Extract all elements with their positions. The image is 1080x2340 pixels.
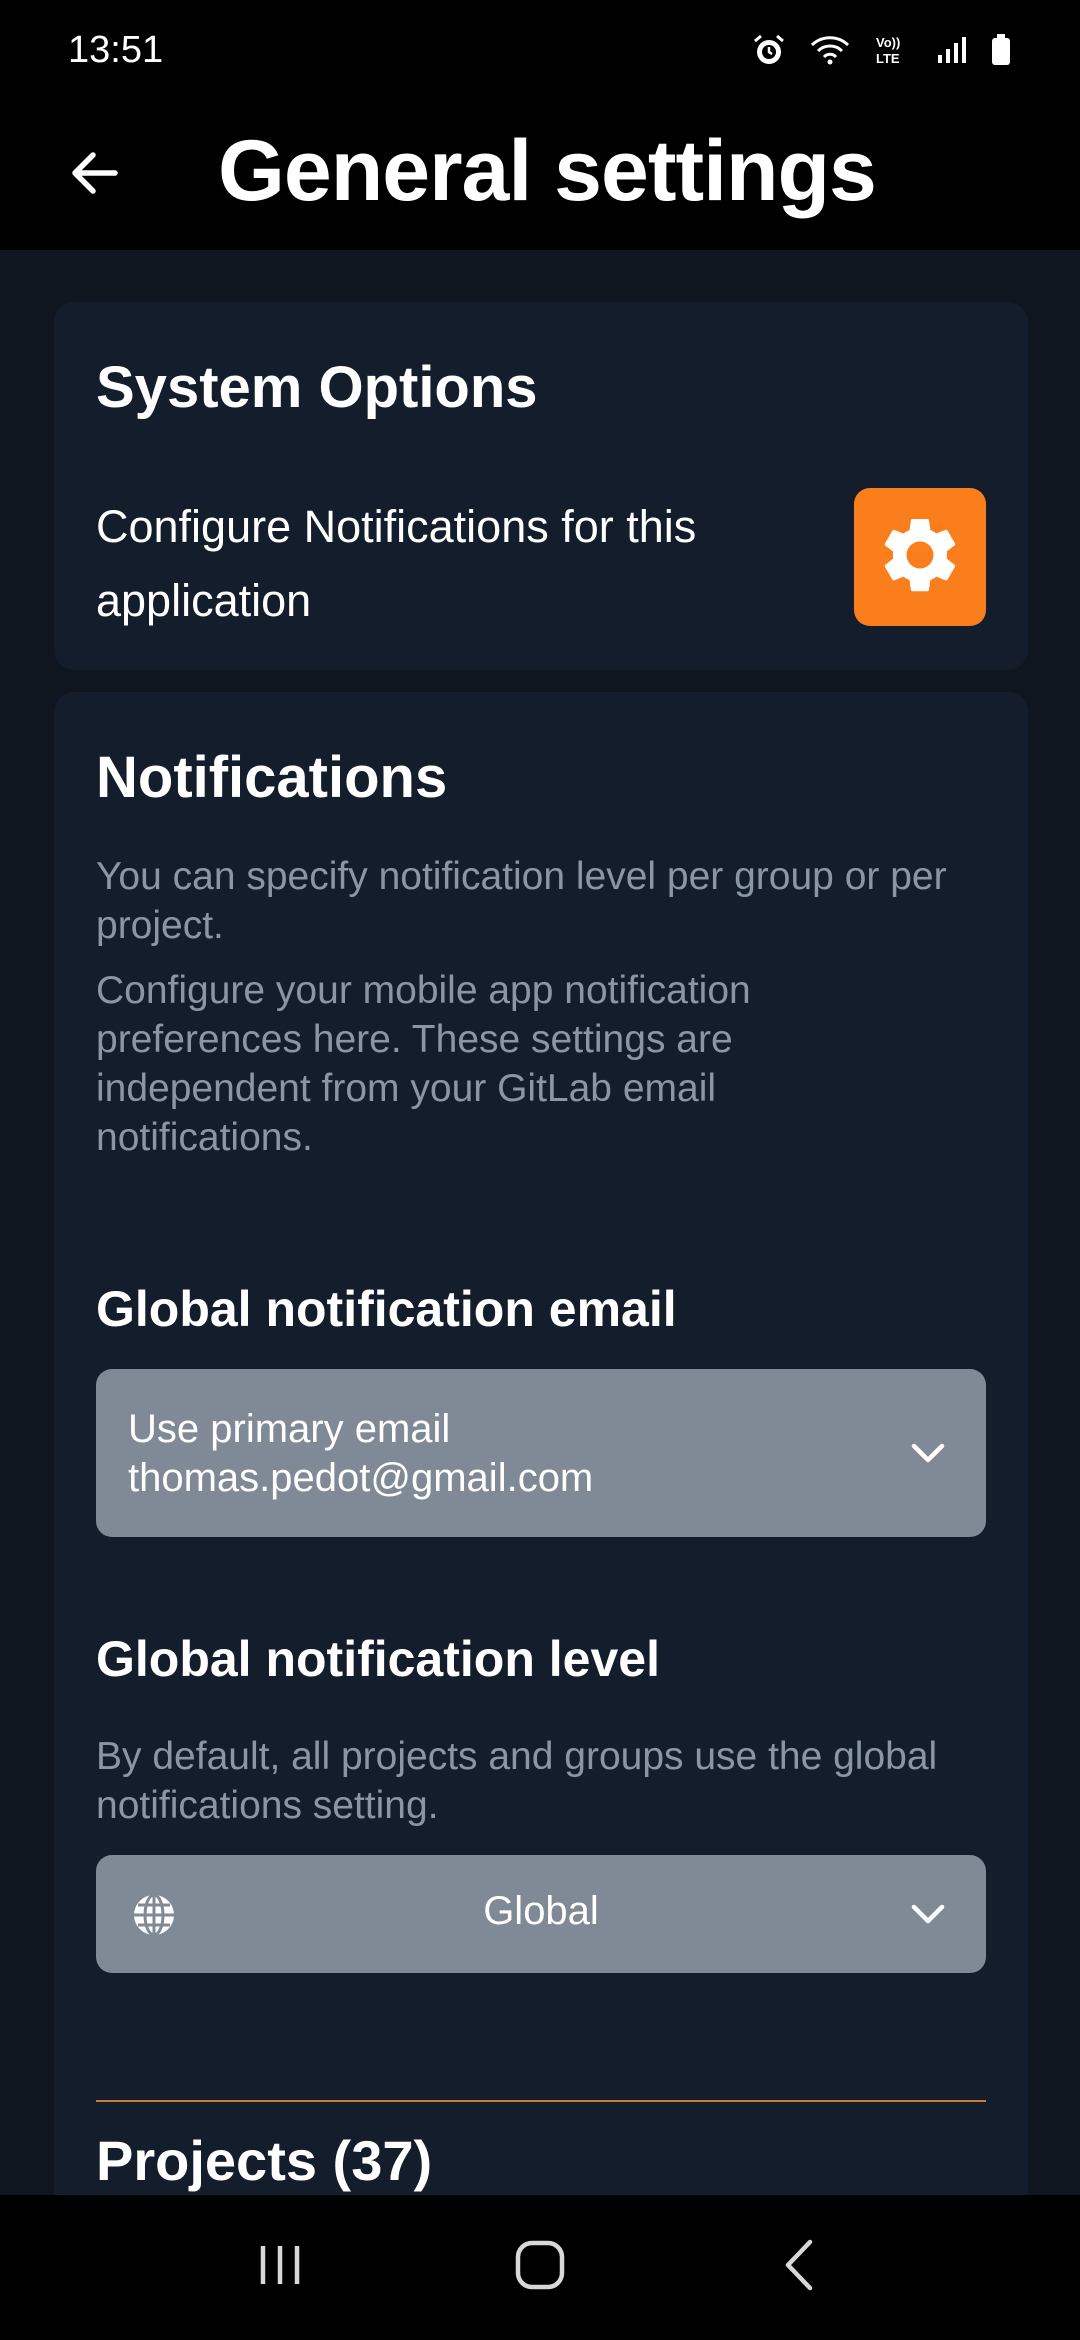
back-icon	[780, 2238, 820, 2297]
system-options-title: System Options	[96, 355, 538, 420]
gear-icon	[875, 510, 965, 605]
projects-heading: Projects (37)	[96, 2129, 433, 2192]
global-email-value: Use primary email thomas.pedot@gmail.com	[128, 1407, 594, 1500]
notifications-mobile-note: Configure your mobile app notification p…	[96, 969, 751, 1159]
system-nav-bar	[0, 2195, 1080, 2340]
configure-notifications-button[interactable]	[854, 488, 986, 626]
svg-text:LTE: LTE	[876, 51, 900, 66]
battery-icon	[990, 33, 1012, 67]
chevron-down-icon	[906, 1431, 950, 1475]
global-level-help: By default, all projects and groups use …	[96, 1735, 938, 1827]
arrow-left-icon	[67, 145, 123, 206]
recent-apps-icon	[255, 2240, 305, 2295]
notifications-intro: You can specify notification level per g…	[96, 855, 947, 947]
nav-back-button[interactable]	[740, 2218, 860, 2318]
recent-apps-button[interactable]	[220, 2218, 340, 2318]
status-bar: 13:51 Vo)) LTE	[0, 0, 1080, 100]
global-email-label: Global notification email	[96, 1281, 677, 1337]
app-header: General settings	[0, 100, 1080, 250]
global-email-select[interactable]: Use primary email thomas.pedot@gmail.com	[96, 1369, 986, 1537]
status-time: 13:51	[68, 28, 164, 71]
wifi-icon	[808, 33, 852, 67]
global-level-label: Global notification level	[96, 1631, 660, 1687]
alarm-icon	[752, 33, 786, 67]
notifications-title: Notifications	[96, 745, 448, 810]
home-icon	[513, 2238, 567, 2297]
home-button[interactable]	[480, 2218, 600, 2318]
settings-content[interactable]: System Options Configure Notifications f…	[0, 250, 1080, 2195]
status-icons: Vo)) LTE	[752, 33, 1012, 67]
volte-icon: Vo)) LTE	[874, 33, 914, 67]
system-options-card: System Options Configure Notifications f…	[54, 302, 1028, 670]
chevron-down-icon	[906, 1892, 950, 1936]
page-title: General settings	[218, 123, 877, 219]
signal-icon	[936, 35, 968, 65]
global-level-value: Global	[483, 1889, 599, 1933]
notifications-card: Notifications You can specify notificati…	[54, 692, 1028, 2195]
system-options-description: Configure Notifications for this applica…	[96, 501, 697, 626]
svg-text:Vo)): Vo))	[876, 35, 900, 50]
global-level-select[interactable]: Global	[96, 1855, 986, 1973]
back-button[interactable]	[50, 130, 140, 220]
section-divider	[96, 2100, 986, 2102]
